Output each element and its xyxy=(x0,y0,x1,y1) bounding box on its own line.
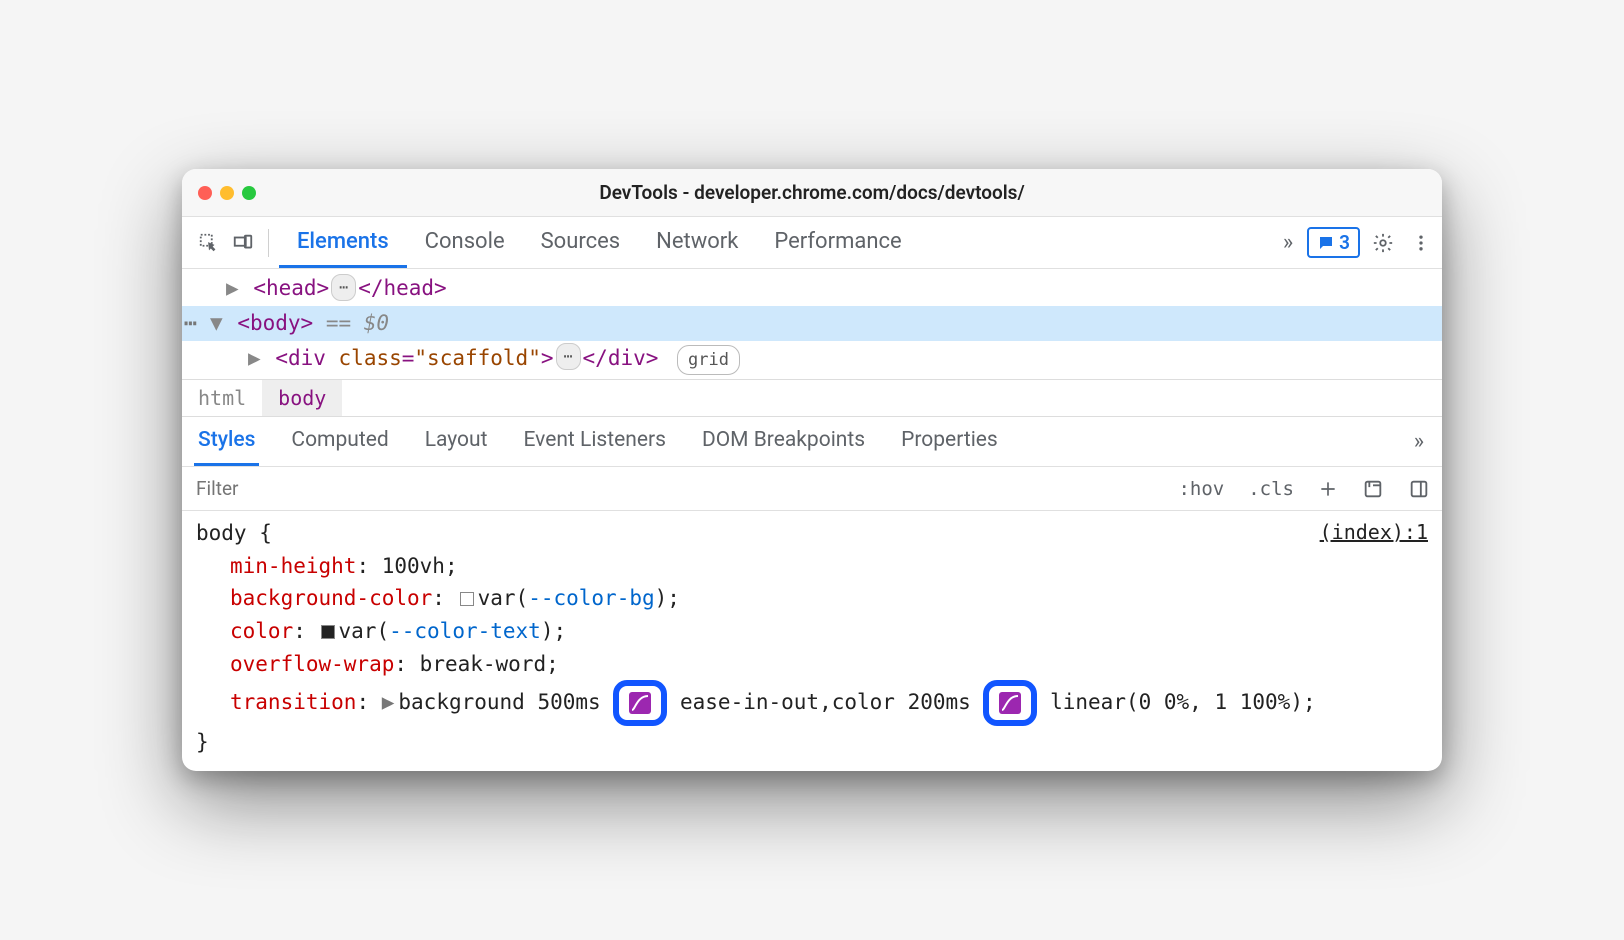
dom-node-body[interactable]: ⋯ ▼ <body> == $0 xyxy=(182,306,1442,341)
window-title: DevTools - developer.chrome.com/docs/dev… xyxy=(599,181,1024,204)
titlebar: DevTools - developer.chrome.com/docs/dev… xyxy=(182,169,1442,217)
device-toolbar-icon[interactable] xyxy=(228,228,258,258)
dom-node-div[interactable]: ▶ <div class="scaffold">⋯</div> grid xyxy=(182,341,1442,376)
grid-badge[interactable]: grid xyxy=(677,345,740,375)
subtab-properties[interactable]: Properties xyxy=(897,417,1002,466)
class-list-button[interactable]: .cls xyxy=(1236,467,1306,510)
color-swatch[interactable] xyxy=(321,625,335,639)
issues-badge[interactable]: 3 xyxy=(1307,227,1360,258)
styles-subtabs: Styles Computed Layout Event Listeners D… xyxy=(182,417,1442,467)
breadcrumb-body[interactable]: body xyxy=(262,380,342,416)
css-rule: body { xyxy=(196,517,1428,550)
dom-tree[interactable]: ▶ <head>⋯</head> ⋯ ▼ <body> == $0 ▶ <div… xyxy=(182,269,1442,379)
new-style-rule-button[interactable] xyxy=(1306,467,1350,510)
devtools-window: DevTools - developer.chrome.com/docs/dev… xyxy=(182,169,1442,770)
computed-styles-toggle-icon[interactable] xyxy=(1350,467,1396,510)
css-property-color[interactable]: color: var(--color-text); xyxy=(196,615,1428,648)
styles-filter-input[interactable] xyxy=(182,467,1166,510)
close-window-button[interactable] xyxy=(198,186,212,200)
color-swatch[interactable] xyxy=(460,592,474,606)
subtab-layout[interactable]: Layout xyxy=(421,417,492,466)
message-icon xyxy=(1317,234,1335,252)
ellipsis-badge[interactable]: ⋯ xyxy=(331,274,356,301)
more-tabs-icon[interactable]: » xyxy=(1277,230,1299,255)
collapse-icon[interactable]: ▼ xyxy=(210,311,223,335)
css-property-overflow-wrap[interactable]: overflow-wrap: break-word; xyxy=(196,648,1428,681)
styles-toolbar: :hov .cls xyxy=(182,467,1442,511)
main-toolbar: Elements Console Sources Network Perform… xyxy=(182,217,1442,269)
traffic-lights xyxy=(198,186,256,200)
css-selector[interactable]: body xyxy=(196,521,247,545)
more-options-icon[interactable] xyxy=(1406,228,1436,258)
ellipsis-badge[interactable]: ⋯ xyxy=(556,343,581,370)
issues-count: 3 xyxy=(1339,231,1350,254)
css-property-transition[interactable]: transition: ▶background 500ms ease-in-ou… xyxy=(196,680,1428,726)
selected-node-dots: ⋯ xyxy=(184,306,197,341)
easing-editor-icon[interactable] xyxy=(629,692,651,714)
tab-network[interactable]: Network xyxy=(638,217,756,268)
breadcrumb-html[interactable]: html xyxy=(182,380,262,416)
subtab-computed[interactable]: Computed xyxy=(287,417,392,466)
easing-editor-icon[interactable] xyxy=(999,692,1021,714)
fullscreen-window-button[interactable] xyxy=(242,186,256,200)
rendering-sidebar-icon[interactable] xyxy=(1396,467,1442,510)
settings-icon[interactable] xyxy=(1368,228,1398,258)
subtab-event-listeners[interactable]: Event Listeners xyxy=(519,417,669,466)
breadcrumb: html body xyxy=(182,379,1442,417)
subtab-styles[interactable]: Styles xyxy=(194,417,259,466)
tab-elements[interactable]: Elements xyxy=(279,217,407,268)
tab-sources[interactable]: Sources xyxy=(523,217,639,268)
minimize-window-button[interactable] xyxy=(220,186,234,200)
expand-icon[interactable]: ▶ xyxy=(382,690,395,714)
toolbar-divider xyxy=(268,229,269,257)
subtab-dom-breakpoints[interactable]: DOM Breakpoints xyxy=(698,417,869,466)
more-subtabs-icon[interactable]: » xyxy=(1408,429,1430,454)
dom-node-head[interactable]: ▶ <head>⋯</head> xyxy=(182,271,1442,306)
css-property-background-color[interactable]: background-color: var(--color-bg); xyxy=(196,582,1428,615)
main-tabs: Elements Console Sources Network Perform… xyxy=(279,217,920,268)
hover-state-button[interactable]: :hov xyxy=(1166,467,1236,510)
tab-performance[interactable]: Performance xyxy=(756,217,919,268)
tab-console[interactable]: Console xyxy=(407,217,523,268)
easing-highlight xyxy=(983,680,1037,726)
source-link[interactable]: (index):1 xyxy=(1320,517,1428,548)
expand-icon[interactable]: ▶ xyxy=(248,346,261,370)
toolbar-right: » 3 xyxy=(1277,227,1436,258)
css-property-min-height[interactable]: min-height: 100vh; xyxy=(196,550,1428,583)
easing-highlight xyxy=(613,680,667,726)
styles-rules[interactable]: (index):1 body { min-height: 100vh; back… xyxy=(182,511,1442,770)
expand-icon[interactable]: ▶ xyxy=(226,276,239,300)
inspect-element-icon[interactable] xyxy=(194,228,224,258)
